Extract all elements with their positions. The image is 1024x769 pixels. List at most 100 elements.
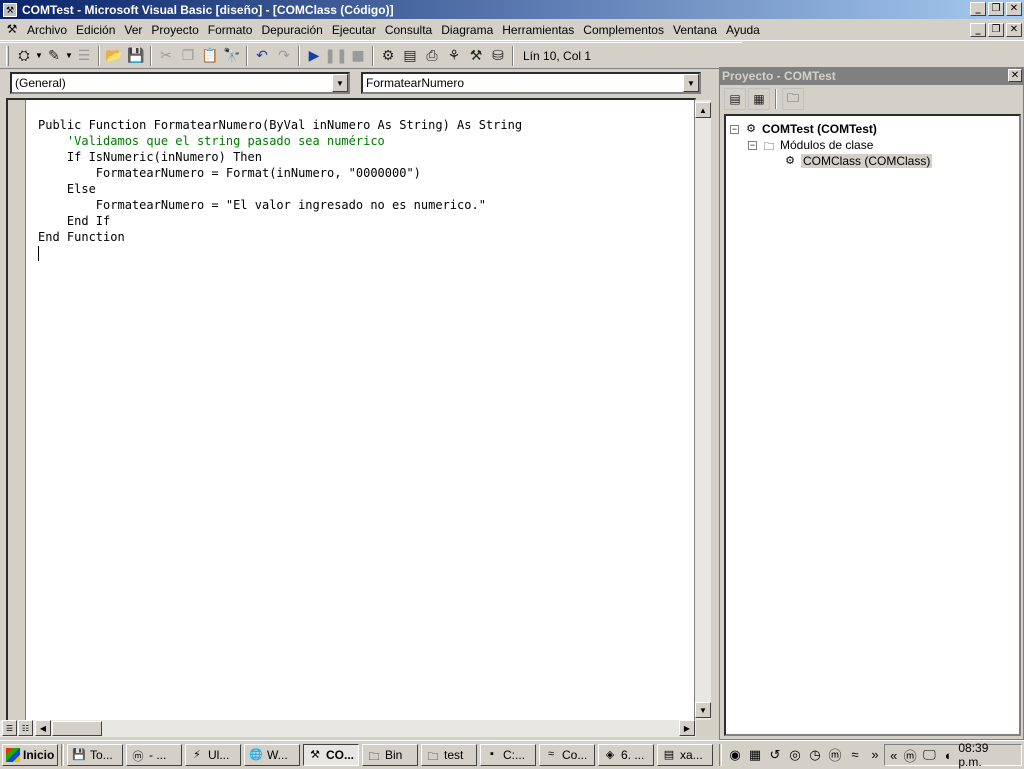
- paste-icon[interactable]: 📋: [199, 45, 221, 67]
- quicklaunch-icon[interactable]: ◷: [805, 747, 825, 763]
- document-icon[interactable]: ⚒: [4, 22, 20, 38]
- toggle-folders-icon[interactable]: 🗀: [782, 88, 804, 110]
- tree-node-class-modules[interactable]: − 🗀 Módulos de clase: [748, 138, 873, 153]
- text-caret: [38, 246, 39, 261]
- cut-icon[interactable]: ✂: [155, 45, 177, 67]
- scroll-down-icon[interactable]: ▼: [695, 702, 711, 718]
- menu-ventana[interactable]: Ventana: [670, 23, 723, 37]
- task-button[interactable]: ▤ xa...: [657, 743, 713, 766]
- mdi-close-button[interactable]: ✕: [1006, 23, 1022, 37]
- toolbox-icon[interactable]: ⚒: [465, 45, 487, 67]
- scroll-thumb[interactable]: [52, 721, 102, 736]
- save-icon[interactable]: 💾: [125, 45, 147, 67]
- add-form-icon[interactable]: ✎: [43, 45, 65, 67]
- quicklaunch-icon[interactable]: ◎: [785, 747, 805, 763]
- find-icon[interactable]: 🔭: [221, 45, 243, 67]
- menu-editor-icon[interactable]: ☰: [73, 45, 95, 67]
- menu-diagrama[interactable]: Diagrama: [438, 23, 499, 37]
- menu-archivo[interactable]: Archivo: [24, 23, 73, 37]
- code-line: FormatearNumero = "El valor ingresado no…: [38, 198, 486, 212]
- close-button[interactable]: ✕: [1006, 2, 1022, 16]
- network-icon[interactable]: 🖵: [920, 747, 939, 763]
- copy-icon[interactable]: ❐: [177, 45, 199, 67]
- menu-proyecto[interactable]: Proyecto: [148, 23, 204, 37]
- start-button[interactable]: Inicio: [2, 743, 58, 766]
- task-button[interactable]: 🗀 test: [421, 743, 477, 766]
- menu-edicion[interactable]: Edición: [73, 23, 121, 37]
- task-button[interactable]: ⚡ Ul...: [185, 743, 241, 766]
- code-line: FormatearNumero = Format(inNumero, "0000…: [38, 166, 421, 180]
- view-code-icon[interactable]: ▤: [724, 88, 746, 110]
- editor-margin[interactable]: [8, 100, 26, 724]
- menu-ejecutar[interactable]: Ejecutar: [329, 23, 382, 37]
- add-project-icon[interactable]: ⛭: [13, 45, 35, 67]
- chevron-down-icon[interactable]: ▼: [683, 74, 699, 92]
- procedure-view-icon[interactable]: ☰: [2, 720, 17, 736]
- quicklaunch-icon[interactable]: ⓜ: [825, 745, 845, 764]
- task-button[interactable]: ◈ 6. ...: [598, 743, 654, 766]
- object-browser-icon[interactable]: ⚘: [443, 45, 465, 67]
- code-editor[interactable]: Public Function FormatearNumero(ByVal in…: [6, 98, 696, 726]
- full-module-view-icon[interactable]: ☷: [18, 720, 33, 736]
- tree-node-project[interactable]: − ⚙ COMTest (COMTest): [730, 122, 877, 136]
- messenger-icon[interactable]: ⓜ: [901, 746, 920, 765]
- horizontal-scrollbar[interactable]: ☰ ☷ ◀ ▶: [0, 720, 696, 737]
- menu-ayuda[interactable]: Ayuda: [723, 23, 766, 37]
- task-button[interactable]: 🌐 W...: [244, 743, 300, 766]
- task-button[interactable]: 💾 To...: [67, 743, 123, 766]
- code-text[interactable]: Public Function FormatearNumero(ByVal in…: [38, 117, 522, 245]
- pause-icon[interactable]: ❚❚: [324, 45, 347, 67]
- menu-depuracion[interactable]: Depuración: [258, 23, 328, 37]
- tree-node-class[interactable]: ⚙ COMClass (COMClass): [782, 154, 933, 168]
- project-title-text: Proyecto - COMTest: [722, 69, 836, 83]
- menu-herramientas[interactable]: Herramientas: [499, 23, 580, 37]
- view-object-icon[interactable]: ▦: [748, 88, 770, 110]
- close-icon[interactable]: ✕: [1008, 69, 1022, 82]
- restore-button[interactable]: ❐: [988, 2, 1004, 16]
- stop-icon[interactable]: ■: [347, 45, 369, 67]
- menu-formato[interactable]: Formato: [205, 23, 259, 37]
- standard-toolbar: ⛭ ▼ ✎ ▼ ☰ 📂 💾 ✂ ❐ 📋 🔭 ↶ ↷ ▶ ❚❚ ■ ⚙ ▤ ⎙ ⚘…: [0, 42, 742, 69]
- vb-app-icon[interactable]: ⚒: [3, 2, 17, 17]
- redo-icon[interactable]: ↷: [273, 45, 295, 67]
- quicklaunch-icon[interactable]: ▦: [745, 747, 765, 763]
- task-button[interactable]: ⓜ - ...: [126, 743, 182, 766]
- start-icon[interactable]: ▶: [303, 45, 325, 67]
- quicklaunch-icon[interactable]: ≈: [845, 747, 865, 762]
- minimize-button[interactable]: _: [970, 2, 986, 16]
- object-combo[interactable]: (General) ▼: [10, 72, 350, 94]
- chevron-down-icon[interactable]: ▼: [332, 74, 348, 92]
- menu-ver[interactable]: Ver: [121, 23, 148, 37]
- task-button-active[interactable]: ⚒ CO...: [303, 743, 359, 766]
- vertical-scrollbar[interactable]: ▲ ▼: [695, 100, 711, 720]
- procedure-combo[interactable]: FormatearNumero ▼: [361, 72, 701, 94]
- undo-icon[interactable]: ↶: [251, 45, 273, 67]
- properties-icon[interactable]: ▤: [399, 45, 421, 67]
- form-layout-icon[interactable]: ⎙: [421, 45, 443, 67]
- volume-icon[interactable]: ◐: [939, 748, 958, 763]
- project-explorer-icon[interactable]: ⚙: [377, 45, 399, 67]
- scroll-left-icon[interactable]: ◀: [35, 720, 51, 736]
- chevron-down-icon[interactable]: ▼: [35, 51, 43, 60]
- menu-complementos[interactable]: Complementos: [580, 23, 670, 37]
- collapse-icon[interactable]: −: [748, 140, 757, 150]
- toolbar-grip[interactable]: [6, 45, 9, 66]
- scroll-up-icon[interactable]: ▲: [695, 102, 711, 118]
- task-button[interactable]: ▪ C:...: [480, 743, 536, 766]
- scroll-right-icon[interactable]: ▶: [679, 720, 695, 736]
- chevron-right-icon[interactable]: »: [865, 747, 885, 762]
- collapse-icon[interactable]: −: [730, 124, 739, 134]
- class-module-icon: ⚙: [785, 155, 795, 167]
- clock[interactable]: 08:39 p.m.: [958, 741, 1013, 769]
- tray-expand-icon[interactable]: «: [887, 748, 901, 763]
- mdi-restore-button[interactable]: ❐: [988, 23, 1004, 37]
- task-button[interactable]: ≈ Co...: [539, 743, 595, 766]
- mdi-minimize-button[interactable]: _: [970, 23, 986, 37]
- quicklaunch-icon[interactable]: ◉: [725, 747, 745, 763]
- data-view-icon[interactable]: ⛁: [487, 45, 509, 67]
- task-button[interactable]: 🗀 Bin: [362, 743, 418, 766]
- chevron-down-icon[interactable]: ▼: [65, 51, 73, 60]
- quicklaunch-icon[interactable]: ↺: [765, 747, 785, 763]
- open-folder-icon[interactable]: 📂: [103, 45, 125, 67]
- menu-consulta[interactable]: Consulta: [382, 23, 438, 37]
